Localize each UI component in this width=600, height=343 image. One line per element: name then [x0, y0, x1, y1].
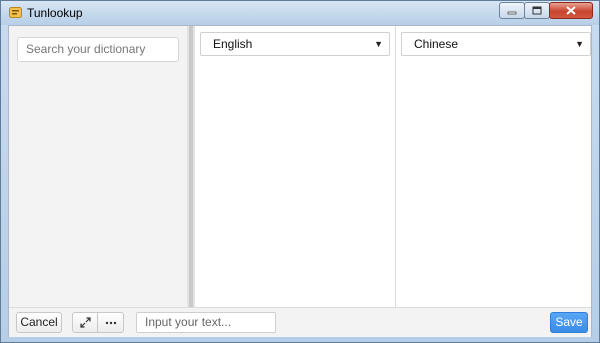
minimize-icon [507, 11, 517, 14]
source-language-select[interactable]: English ▼ [200, 32, 390, 56]
more-icon [105, 321, 116, 324]
tool-button-group [72, 312, 124, 333]
search-input[interactable]: Search your dictionary [17, 37, 179, 62]
chevron-down-icon: ▼ [374, 39, 383, 49]
chevron-down-icon: ▼ [575, 39, 584, 49]
footer-bar: Cancel Input your text... Save [9, 307, 591, 337]
more-button[interactable] [98, 312, 124, 333]
window-title: Tunlookup [27, 6, 83, 20]
text-input[interactable]: Input your text... [136, 312, 276, 333]
cancel-button[interactable]: Cancel [16, 312, 62, 333]
target-language-select[interactable]: Chinese ▼ [401, 32, 591, 56]
minimize-button[interactable] [499, 2, 525, 19]
source-pane[interactable]: English ▼ [195, 26, 396, 307]
window-controls [499, 2, 593, 19]
app-content: Search your dictionary English ▼ Chinese… [8, 25, 592, 337]
splitter-grip[interactable] [189, 26, 193, 307]
app-logo-icon [9, 7, 22, 18]
save-button[interactable]: Save [550, 312, 588, 333]
title-bar[interactable]: Tunlookup [1, 1, 599, 25]
expand-button[interactable] [72, 312, 98, 333]
maximize-icon [532, 6, 542, 15]
close-icon [566, 6, 576, 15]
maximize-button[interactable] [524, 2, 550, 19]
sidebar: Search your dictionary [9, 26, 187, 307]
expand-icon [79, 317, 91, 328]
target-language-value: Chinese [414, 37, 459, 51]
app-window: Tunlookup Search your dictionary English… [0, 0, 600, 343]
sidebar-splitter[interactable] [187, 26, 195, 307]
source-language-value: English [213, 37, 253, 51]
target-pane[interactable]: Chinese ▼ [396, 26, 591, 307]
close-button[interactable] [549, 2, 593, 19]
